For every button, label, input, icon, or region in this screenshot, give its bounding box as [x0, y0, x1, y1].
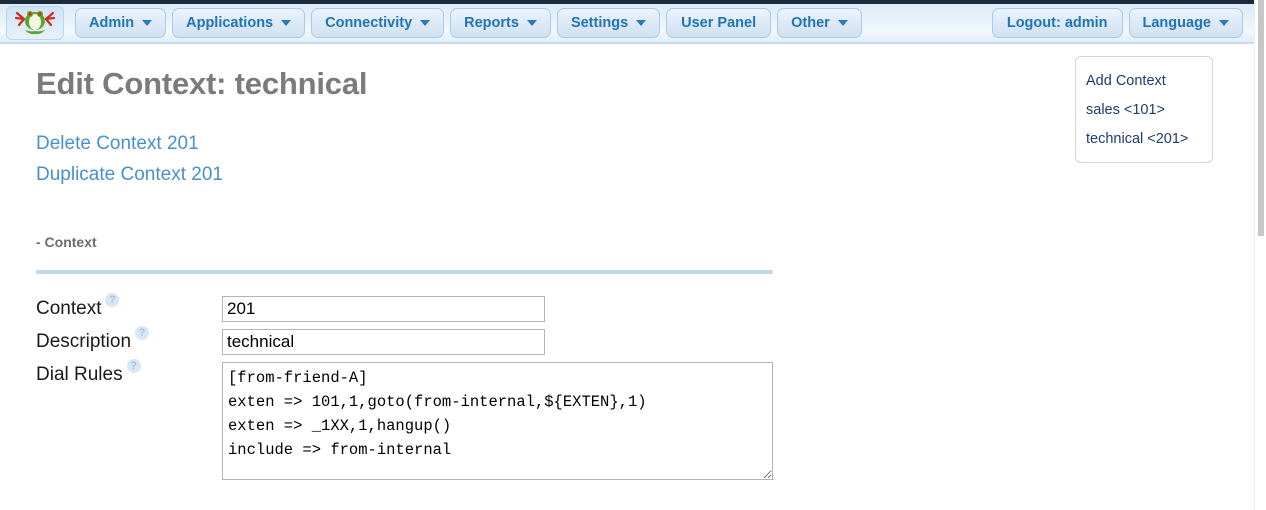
question-mark-circle-icon[interactable]: ?: [105, 293, 120, 307]
nav-item-label: Admin: [89, 15, 135, 31]
nav-item-label: Connectivity: [325, 15, 413, 31]
chevron-down-icon: [526, 20, 537, 26]
question-mark-circle-icon[interactable]: ?: [126, 359, 141, 373]
context-form: Context ? Description ? Dial Rules ? [fr…: [36, 293, 1254, 480]
language-selector[interactable]: Language: [1128, 8, 1243, 38]
nav-item-applications[interactable]: Applications: [172, 8, 306, 38]
dial-rules-textarea[interactable]: [from-friend-A] exten => 101,1,goto(from…: [222, 362, 773, 480]
delete-context-link[interactable]: Delete Context 201: [36, 128, 1254, 159]
page-scrollbar[interactable]: [1254, 0, 1266, 510]
dial-rules-field-label: Dial Rules: [36, 364, 123, 385]
context-list-item-sales[interactable]: sales <101>: [1076, 96, 1212, 125]
form-row-description: Description ?: [36, 326, 1254, 355]
question-mark-circle-icon[interactable]: ?: [135, 326, 150, 340]
nav-item-admin[interactable]: Admin: [75, 8, 167, 38]
chevron-down-icon: [636, 20, 647, 26]
dial-rules-field-label-wrap: Dial Rules ?: [36, 359, 222, 386]
section-header-context[interactable]: - Context: [36, 234, 1254, 250]
add-context-link[interactable]: Add Context: [1076, 67, 1212, 96]
nav-item-label: User Panel: [681, 15, 757, 31]
nav-item-other[interactable]: Other: [777, 8, 862, 38]
chevron-down-icon: [142, 20, 153, 26]
nav-item-settings[interactable]: Settings: [556, 8, 661, 38]
context-input[interactable]: [222, 296, 545, 322]
context-action-links: Delete Context 201 Duplicate Context 201: [36, 128, 1254, 190]
form-row-context: Context ?: [36, 293, 1254, 322]
nav-item-label: Reports: [464, 15, 519, 31]
logout-label: Logout: admin: [1006, 15, 1108, 31]
context-list-item-technical[interactable]: technical <201>: [1076, 125, 1212, 154]
form-row-dial-rules: Dial Rules ? [from-friend-A] exten => 10…: [36, 359, 1254, 480]
duplicate-context-link[interactable]: Duplicate Context 201: [36, 159, 1254, 190]
nav-item-reports[interactable]: Reports: [450, 8, 551, 38]
chevron-down-icon: [837, 20, 848, 26]
navbar-right-group: Logout: admin Language: [989, 8, 1254, 38]
navbar-left-group: Admin Applications Connectivity Reports …: [0, 6, 865, 40]
chevron-down-icon: [420, 20, 431, 26]
scrollbar-thumb[interactable]: [1258, 0, 1264, 236]
context-field-label: Context: [36, 298, 102, 319]
nav-item-connectivity[interactable]: Connectivity: [311, 8, 445, 38]
logout-button[interactable]: Logout: admin: [991, 8, 1123, 38]
main-navbar: Admin Applications Connectivity Reports …: [0, 4, 1254, 44]
main-content: Edit Context: technical Delete Context 2…: [0, 46, 1254, 487]
section-divider: [36, 270, 773, 274]
nav-item-label: Applications: [186, 15, 274, 31]
language-label: Language: [1142, 15, 1211, 31]
description-field-label-wrap: Description ?: [36, 326, 222, 353]
chevron-down-icon: [281, 20, 292, 26]
nav-item-label: Other: [791, 15, 830, 31]
context-field-label-wrap: Context ?: [36, 293, 222, 320]
page-title: Edit Context: technical: [36, 66, 368, 101]
frog-logo-icon[interactable]: [6, 6, 64, 40]
chevron-down-icon: [1219, 20, 1229, 26]
description-field-label: Description: [36, 331, 132, 352]
nav-item-label: Settings: [570, 15, 629, 31]
description-input[interactable]: [222, 329, 545, 355]
nav-item-user-panel[interactable]: User Panel: [666, 8, 772, 38]
context-list-panel: Add Context sales <101> technical <201>: [1075, 56, 1213, 163]
frog-logo-svg: [14, 11, 56, 35]
